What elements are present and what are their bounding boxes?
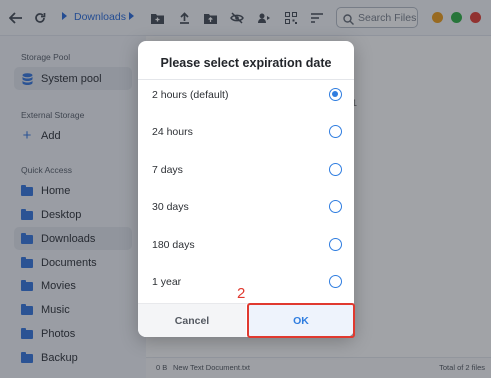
option-2-hours[interactable]: 2 hours (default) <box>138 81 354 111</box>
option-7-days[interactable]: 7 days <box>138 156 354 186</box>
radio-button[interactable] <box>329 238 342 251</box>
radio-button[interactable] <box>329 200 342 213</box>
option-1-year[interactable]: 1 year <box>138 268 354 298</box>
radio-button[interactable] <box>329 125 342 138</box>
option-30-days[interactable]: 30 days <box>138 193 354 223</box>
radio-button[interactable] <box>329 163 342 176</box>
radio-button[interactable] <box>329 275 342 288</box>
dialog-divider <box>138 79 354 80</box>
dialog-title: Please select expiration date <box>160 56 332 70</box>
option-180-days[interactable]: 180 days <box>138 231 354 261</box>
option-label: 1 year <box>152 276 182 288</box>
option-label: 2 hours (default) <box>152 89 229 101</box>
annotation-step-number: 2 <box>237 285 246 302</box>
option-label: 180 days <box>152 239 195 251</box>
option-label: 30 days <box>152 201 189 213</box>
annotation-highlight-box <box>247 303 355 338</box>
option-24-hours[interactable]: 24 hours <box>138 118 354 148</box>
expiration-dialog: Please select expiration date 2 hours (d… <box>138 41 354 337</box>
cancel-button[interactable]: Cancel <box>138 304 246 337</box>
option-label: 24 hours <box>152 126 193 138</box>
radio-button[interactable] <box>329 88 342 101</box>
option-label: 7 days <box>152 164 183 176</box>
